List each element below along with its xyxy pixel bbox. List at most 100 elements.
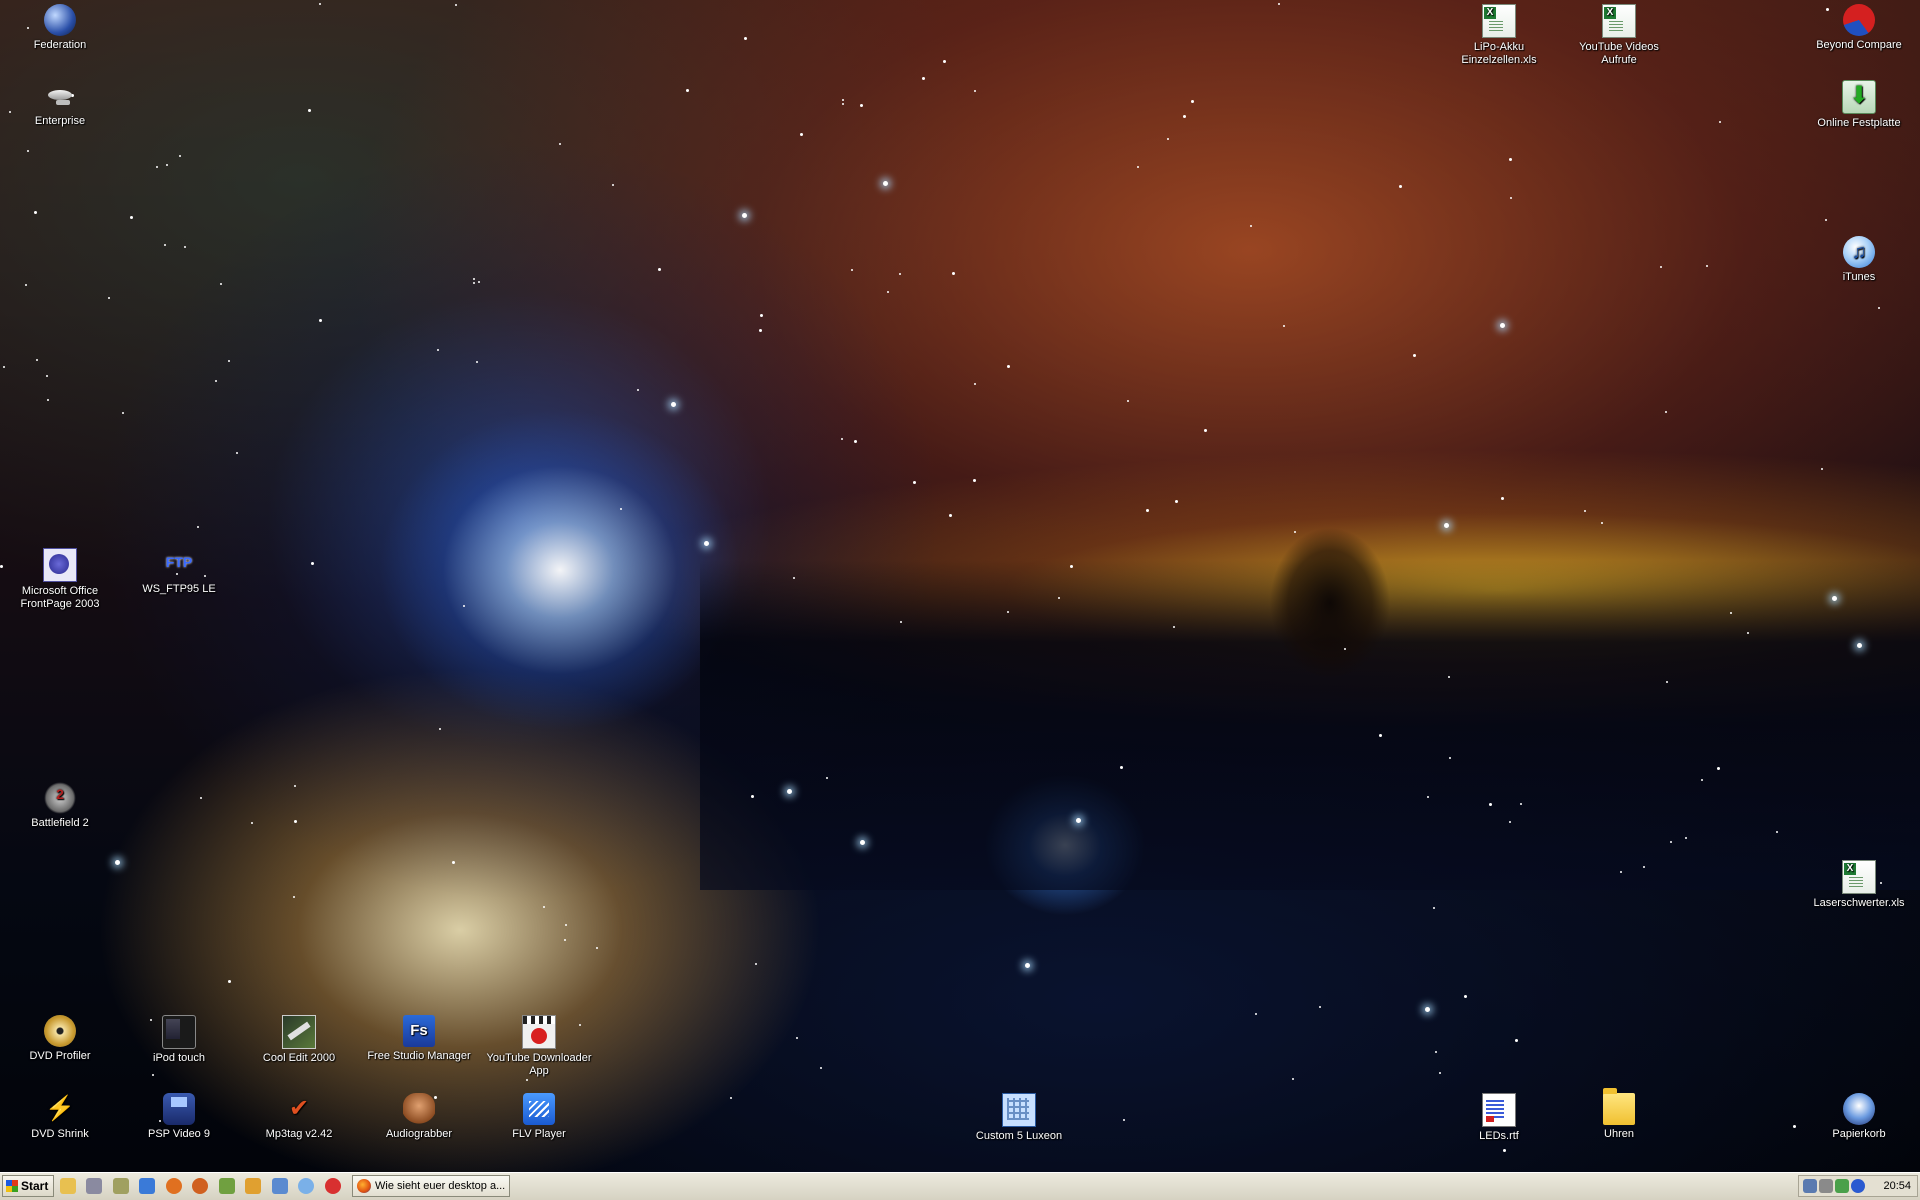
- star: [455, 4, 457, 6]
- network-icon[interactable]: [112, 1178, 129, 1194]
- desktop-icon-flv-player[interactable]: FLV Player: [479, 1093, 599, 1141]
- tray-network-icon[interactable]: [1803, 1179, 1817, 1193]
- explorer-icon[interactable]: [60, 1178, 76, 1194]
- firefox2-icon[interactable]: [192, 1178, 209, 1194]
- desktop-icon-youtube-downloader[interactable]: YouTube Downloader App: [479, 1015, 599, 1078]
- search-icon[interactable]: [245, 1178, 262, 1194]
- itunes-icon: [1843, 236, 1875, 268]
- desktop-icon-label: Federation: [33, 39, 87, 51]
- star: [228, 360, 230, 362]
- desktop-icon-federation[interactable]: Federation: [0, 4, 120, 52]
- star: [1701, 779, 1703, 781]
- desktop-icon-label: Custom 5 Luxeon: [975, 1130, 1063, 1142]
- folder-icon: [1603, 1088, 1635, 1125]
- desktop-icon-uhren[interactable]: Uhren: [1559, 1088, 1679, 1141]
- star: [1255, 1013, 1257, 1015]
- mp3tag-icon: [283, 1093, 315, 1125]
- ie-icon[interactable]: [139, 1178, 156, 1194]
- desktop-icon-dvd-profiler[interactable]: DVD Profiler: [0, 1015, 120, 1063]
- desktop-icon-label: YouTube Downloader App: [486, 1052, 592, 1077]
- desktop-icon-ws-ftp[interactable]: WS_FTP95 LE: [119, 548, 239, 596]
- star: [952, 272, 955, 275]
- star: [1278, 3, 1280, 5]
- star: [308, 109, 311, 112]
- star: [1832, 596, 1837, 601]
- itunes-small-icon[interactable]: [298, 1178, 315, 1194]
- star: [1137, 166, 1139, 168]
- desktop-icon-custom-luxeon[interactable]: Custom 5 Luxeon: [959, 1093, 1079, 1143]
- star: [1444, 523, 1449, 528]
- desktop-icon-frontpage[interactable]: Microsoft Office FrontPage 2003: [0, 548, 120, 611]
- desktop-icon-online-festplatte[interactable]: Online Festplatte: [1799, 80, 1919, 130]
- freestudio-icon: [403, 1015, 435, 1047]
- star: [294, 785, 296, 787]
- desktop-icon-label: Free Studio Manager: [367, 1050, 471, 1062]
- desktop-icon-ipod-touch[interactable]: iPod touch: [119, 1015, 239, 1065]
- star: [27, 150, 29, 152]
- desktop-icon-lipo-xls[interactable]: LiPo-Akku Einzelzellen.xls: [1439, 4, 1559, 67]
- star: [704, 541, 709, 546]
- show-desktop-icon[interactable]: [86, 1178, 103, 1194]
- star: [787, 789, 792, 794]
- star: [887, 291, 889, 293]
- desktop-icon-cool-edit[interactable]: Cool Edit 2000: [239, 1015, 359, 1065]
- star: [1167, 138, 1169, 140]
- star: [612, 184, 614, 186]
- star: [526, 1079, 528, 1081]
- desktop-icon-leds-rtf[interactable]: LEDs.rtf: [1439, 1093, 1559, 1143]
- star: [473, 282, 475, 284]
- custom-luxeon-icon: [1002, 1093, 1036, 1127]
- desktop-icon-label: Uhren: [1604, 1128, 1634, 1140]
- desktop-icon-beyond-compare[interactable]: Beyond Compare: [1799, 4, 1919, 52]
- desktop-icon-mp3tag[interactable]: Mp3tag v2.42: [239, 1093, 359, 1141]
- desktop-icon-youtube-videos-xls[interactable]: YouTube Videos Aufrufe: [1559, 4, 1679, 67]
- desktop-icon-enterprise[interactable]: Enterprise: [0, 80, 120, 128]
- desktop-icon-papierkorb[interactable]: Papierkorb: [1799, 1093, 1919, 1141]
- star: [793, 577, 795, 579]
- desktop-icon-itunes[interactable]: iTunes: [1799, 236, 1919, 284]
- edit-icon[interactable]: [218, 1178, 235, 1194]
- star: [943, 60, 946, 63]
- taskbar-button-label: Wie sieht euer desktop a...: [375, 1180, 506, 1192]
- tray-download-icon[interactable]: [1835, 1179, 1849, 1193]
- app-icon[interactable]: [324, 1178, 341, 1194]
- desktop-icon-psp-video[interactable]: PSP Video 9: [119, 1093, 239, 1141]
- star: [755, 963, 757, 965]
- star: [1584, 510, 1586, 512]
- star: [1439, 1072, 1441, 1074]
- firefox-icon: [357, 1179, 371, 1193]
- desktop-icon-battlefield[interactable]: Battlefield 2: [0, 782, 120, 830]
- desktop-icon-laserschwerter-xls[interactable]: Laserschwerter.xls: [1799, 860, 1919, 910]
- star: [742, 213, 747, 218]
- desktop-icon-free-studio[interactable]: Free Studio Manager: [359, 1015, 479, 1063]
- start-button[interactable]: Start: [2, 1175, 54, 1197]
- star: [686, 89, 689, 92]
- youtube-downloader-icon: [522, 1015, 556, 1049]
- desktop-icon-label: Online Festplatte: [1817, 117, 1901, 129]
- star: [1825, 219, 1827, 221]
- clock[interactable]: 20:54: [1883, 1176, 1911, 1196]
- star: [1448, 676, 1450, 678]
- star: [1501, 497, 1504, 500]
- star: [1435, 1051, 1437, 1053]
- star: [251, 822, 253, 824]
- star: [1509, 158, 1512, 161]
- star: [1665, 411, 1667, 413]
- ftp-icon: [163, 548, 195, 580]
- recycle-bin-icon: [1843, 1093, 1875, 1125]
- tray-security-icon[interactable]: [1851, 1179, 1865, 1193]
- star: [1719, 121, 1721, 123]
- taskbar-button-firefox[interactable]: Wie sieht euer desktop a...: [352, 1175, 510, 1197]
- tray-app-icon[interactable]: [1819, 1179, 1833, 1193]
- star: [294, 820, 297, 823]
- rtf-file-icon: [1482, 1093, 1516, 1127]
- desktop-icon-audiograbber[interactable]: Audiograbber: [359, 1093, 479, 1141]
- screen-icon[interactable]: [271, 1178, 288, 1194]
- star: [637, 389, 639, 391]
- star: [1670, 841, 1672, 843]
- firefox-icon[interactable]: [165, 1178, 182, 1194]
- star: [1747, 632, 1749, 634]
- star: [236, 452, 238, 454]
- desktop-icon-dvd-shrink[interactable]: DVD Shrink: [0, 1093, 120, 1141]
- star: [1399, 185, 1402, 188]
